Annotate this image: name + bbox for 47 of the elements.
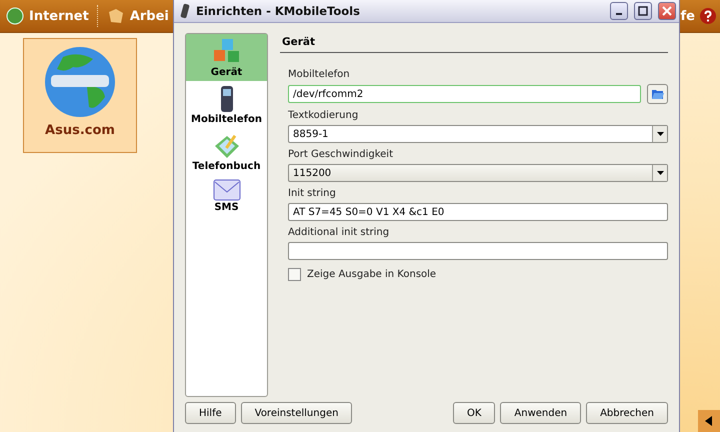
- field-label: Textkodierung: [288, 110, 360, 121]
- dialog-button[interactable]: OK: [452, 402, 496, 424]
- panel-menu-label[interactable]: fe: [680, 8, 695, 24]
- globe-icon: [6, 7, 24, 25]
- input-field[interactable]: /dev/rfcomm2: [288, 85, 641, 103]
- close-icon: [662, 6, 672, 16]
- dialog-button[interactable]: Hilfe: [185, 402, 236, 424]
- nav-label: Telefonbuch: [192, 161, 261, 172]
- window-title: Einrichten - KMobileTools: [196, 4, 361, 18]
- field-label: Init string: [288, 188, 337, 199]
- desktop-icon[interactable]: Asus.com: [23, 38, 137, 153]
- combo-box[interactable]: 8859-1: [288, 125, 668, 143]
- nav-label: SMS: [214, 202, 239, 213]
- input-field[interactable]: AT S7=45 S0=0 V1 X4 &c1 E0: [288, 203, 668, 221]
- nav-item[interactable]: SMS: [186, 175, 267, 216]
- globe-icon: [43, 45, 117, 119]
- dropdown-arrow-icon: [656, 132, 664, 136]
- browse-button[interactable]: [647, 84, 668, 104]
- scroll-left-button[interactable]: [698, 410, 720, 432]
- dropdown-arrow-icon: [656, 171, 664, 175]
- field-label: Additional init string: [288, 227, 390, 238]
- field-label: Port Geschwindigkeit: [288, 149, 394, 160]
- close-button[interactable]: [658, 2, 676, 20]
- maximize-icon: [638, 6, 648, 16]
- desktop-icon-label: Asus.com: [45, 123, 115, 138]
- envelope-icon: [212, 179, 240, 201]
- checkbox-label[interactable]: Zeige Ausgabe in Konsole: [307, 269, 436, 280]
- left-arrow-icon: [705, 416, 713, 426]
- maximize-button[interactable]: [634, 2, 652, 20]
- nav-item[interactable]: Telefonbuch: [186, 128, 267, 175]
- combo-box[interactable]: 115200: [288, 164, 668, 182]
- minimize-button[interactable]: [610, 2, 628, 20]
- phone-icon: [180, 3, 190, 19]
- input-field[interactable]: [288, 242, 668, 260]
- nav-label: Gerät: [210, 67, 242, 78]
- dialog-button[interactable]: Anwenden: [500, 402, 582, 424]
- checkbox[interactable]: [288, 268, 301, 281]
- section-title: Gerät: [280, 33, 668, 53]
- dialog-button[interactable]: Abbrechen: [586, 402, 668, 424]
- nav-label: Mobiltelefon: [191, 114, 262, 125]
- help-icon[interactable]: [700, 8, 716, 24]
- dialog-button[interactable]: Voreinstellungen: [240, 402, 352, 424]
- field-label: Mobiltelefon: [288, 69, 351, 80]
- panel-menu-label[interactable]: Internet: [29, 8, 89, 24]
- nav-item[interactable]: Mobiltelefon: [186, 81, 267, 128]
- nav-item[interactable]: Gerät: [186, 34, 267, 81]
- panel-menu-label[interactable]: Arbei: [130, 8, 169, 24]
